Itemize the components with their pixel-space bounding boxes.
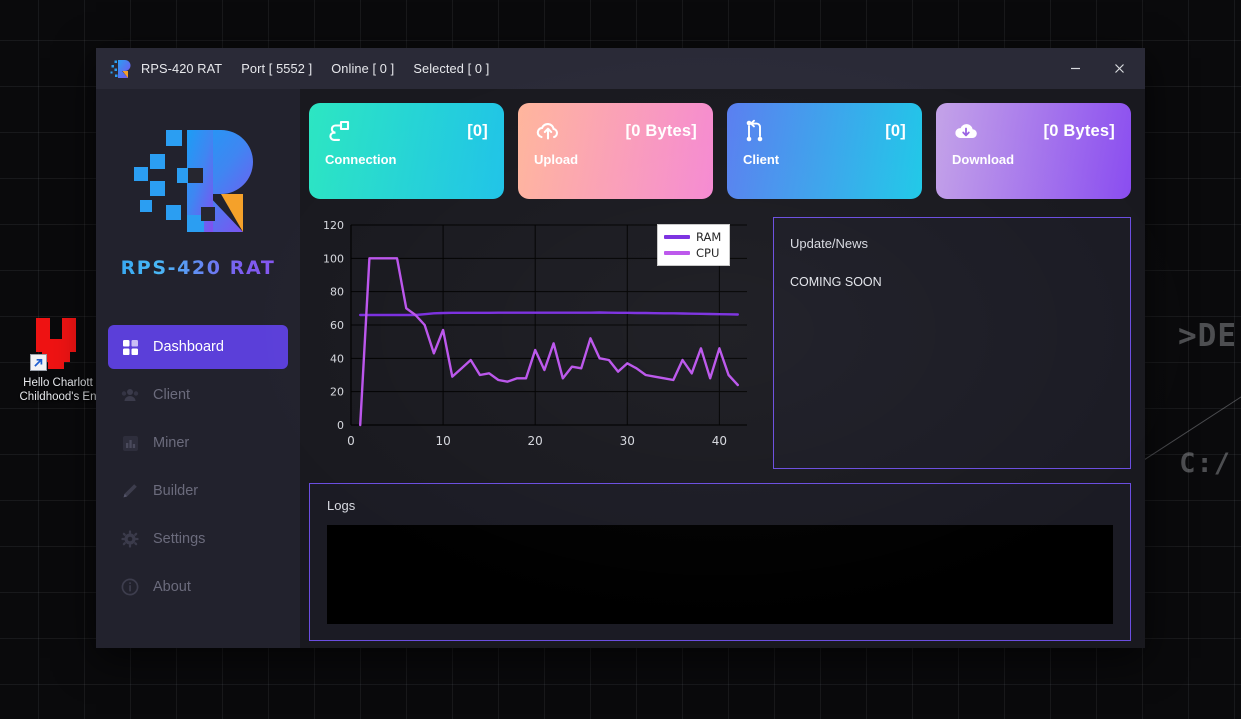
stat-card-value: [0 Bytes] [625,121,697,140]
svg-text:0: 0 [337,419,344,432]
shortcut-arrow-badge [30,354,47,371]
legend-swatch-ram [664,235,690,239]
svg-text:100: 100 [323,252,344,265]
sidebar-item-label: Client [153,387,191,403]
titlebar-port: Port [ 5552 ] [241,61,313,76]
sidebar-item-label: Miner [153,435,190,451]
sidebar-item-about[interactable]: About [108,565,288,609]
sidebar-item-label: Settings [153,531,206,547]
minimize-button[interactable] [1053,48,1097,89]
shortcut-label-line1: Hello Charlott [23,377,93,389]
middle-row: 0 20 40 60 80 100 120 0 10 20 30 40 RAM CPU [309,217,1131,469]
desktop: >DE C:/ Hello Charlott Childhood's En RP… [0,0,1241,719]
rps-420-rat-window: RPS-420 RAT Port [ 5552 ] Online [ 0 ] S… [96,48,1145,648]
brand-logo-icon [133,119,263,243]
close-button[interactable] [1097,48,1141,89]
plug-icon [325,117,353,145]
titlebar-online: Online [ 0 ] [331,61,395,76]
main-content: [0] Connection [0 Bytes] Upload [0] Clie… [300,89,1145,648]
sidebar-item-client[interactable]: Client [108,373,288,417]
sidebar-item-label: About [153,579,191,595]
grid-icon [120,337,140,357]
legend-entry-ram: RAM [664,230,721,244]
stat-card-label: Download [952,152,1015,167]
stat-card-label: Upload [534,152,579,167]
svg-text:80: 80 [330,286,344,299]
logs-panel: Logs [309,483,1131,641]
update-news-panel: Update/News COMING SOON [773,217,1131,469]
window-titlebar[interactable]: RPS-420 RAT Port [ 5552 ] Online [ 0 ] S… [96,48,1145,89]
cloud-upload-icon [534,117,562,145]
svg-text:20: 20 [330,386,344,399]
sidebar-item-builder[interactable]: Builder [108,469,288,513]
legend-label: CPU [696,246,720,260]
stat-card-value: [0 Bytes] [1043,121,1115,140]
desktop-shortcut-hello-charlotte[interactable]: Hello Charlott Childhood's En [8,318,108,404]
svg-text:20: 20 [528,434,543,448]
users-icon [120,385,140,405]
stat-card-upload[interactable]: [0 Bytes] Upload [518,103,713,199]
svg-text:60: 60 [330,319,344,332]
sidebar-item-dashboard[interactable]: Dashboard [108,325,288,369]
stat-card-connection[interactable]: [0] Connection [309,103,504,199]
sidebar-item-label: Dashboard [153,339,224,355]
chart-legend: RAM CPU [657,224,731,266]
logs-title: Logs [327,498,356,513]
stat-cards: [0] Connection [0 Bytes] Upload [0] Clie… [309,103,1131,199]
bar-chart-icon [120,433,140,453]
sidebar-item-label: Builder [153,483,199,499]
sidebar-item-miner[interactable]: Miner [108,421,288,465]
cloud-download-icon [952,117,980,145]
svg-text:30: 30 [620,434,635,448]
pencil-icon [120,481,140,501]
legend-swatch-cpu [664,251,690,255]
stat-card-client[interactable]: [0] Client [727,103,922,199]
stat-card-value: [0] [467,121,488,140]
svg-text:120: 120 [323,219,344,232]
stat-card-label: Connection [325,152,397,167]
stat-card-value: [0] [885,121,906,140]
wallpaper-text-de: >DE [1178,318,1237,354]
resource-usage-chart: 0 20 40 60 80 100 120 0 10 20 30 40 RAM CPU [309,217,761,469]
svg-text:10: 10 [435,434,450,448]
sidebar-nav: Dashboard Client Miner Builder Settings … [96,325,300,613]
svg-text:40: 40 [330,352,344,365]
sidebar-item-settings[interactable]: Settings [108,517,288,561]
gear-icon [120,529,140,549]
stat-card-label: Client [743,152,780,167]
svg-text:0: 0 [347,434,355,448]
logs-output[interactable] [327,525,1113,624]
brand-name: RPS-420 RAT [96,257,300,279]
update-news-body: COMING SOON [790,275,882,289]
legend-label: RAM [696,230,722,244]
hello-charlotte-icon [30,318,84,371]
git-branch-icon [743,117,771,145]
wallpaper-text-prompt: C:/ [1179,448,1231,479]
titlebar-selected: Selected [ 0 ] [413,61,490,76]
app-logo-icon [109,58,131,80]
sidebar: RPS-420 RAT Dashboard Client Miner Build… [96,89,300,648]
titlebar-info: RPS-420 RAT Port [ 5552 ] Online [ 0 ] S… [141,61,489,76]
update-news-title: Update/News [790,236,869,251]
titlebar-app-name: RPS-420 RAT [141,61,223,76]
shortcut-label-line2: Childhood's En [19,391,97,403]
stat-card-download[interactable]: [0 Bytes] Download [936,103,1131,199]
info-icon [120,577,140,597]
legend-entry-cpu: CPU [664,246,721,260]
svg-text:40: 40 [712,434,727,448]
